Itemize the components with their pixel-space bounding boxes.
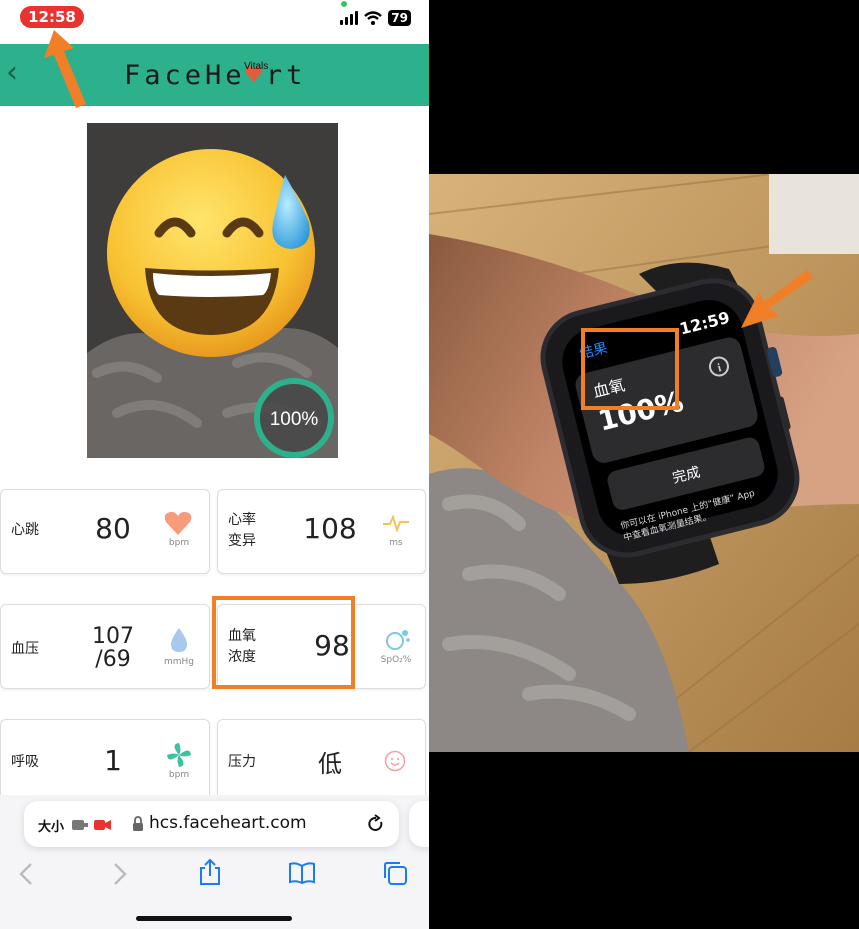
metric-value: 80 (95, 512, 131, 545)
droplet-icon (171, 628, 187, 652)
phone-screenshot: 12:58 79 ‹ FaceHe♥rt Vitals 100% 心跳 80 b… (0, 0, 429, 929)
home-indicator (136, 916, 292, 921)
metric-value: 低 (318, 750, 342, 778)
watch-photo: i 结果 12:59 血氧 100% 完成 你可以在 iPhone 上的“健康”… (429, 174, 859, 752)
metric-card-hrv[interactable]: 心率变异 108 ms (217, 489, 426, 574)
metric-card-stress[interactable]: 压力 低 (217, 719, 426, 804)
pulse-icon (383, 514, 409, 532)
metric-label: 心跳 (11, 522, 39, 538)
heart-icon (164, 511, 192, 535)
logo-text-end: rt (265, 60, 307, 91)
fan-icon (167, 743, 191, 767)
metric-unit: bpm (168, 538, 190, 548)
logo-text-start: FaceHe (124, 60, 246, 91)
address-bar[interactable]: 大小 hcs.faceheart.com (24, 801, 399, 847)
scan-progress-label: 100% (270, 409, 319, 430)
reload-icon[interactable] (367, 814, 385, 834)
extensions-icon[interactable] (72, 818, 112, 832)
metric-label: 心率 变异 (228, 510, 256, 552)
metric-label: 血压 (11, 641, 39, 657)
app-logo: FaceHe♥rt (124, 60, 306, 96)
metric-label-line1: 心率 (228, 512, 256, 528)
annotation-arrow-icon (44, 30, 86, 108)
metric-card-heart-rate[interactable]: 心跳 80 bpm (0, 489, 210, 574)
metric-label: 压力 (228, 754, 256, 770)
mic-indicator-dot (341, 1, 347, 7)
metric-unit: ms (389, 538, 403, 548)
bubbles-icon (386, 630, 410, 650)
browser-forward-icon[interactable] (112, 862, 128, 886)
wifi-icon (364, 11, 383, 25)
bookmarks-icon[interactable] (288, 862, 316, 884)
systolic-value: 107 (92, 624, 134, 649)
metric-value: 107/69 (83, 625, 143, 671)
lock-icon (133, 816, 143, 831)
logo-subtitle: Vitals (244, 61, 269, 72)
next-tab-pill[interactable] (409, 801, 429, 847)
signal-icon (340, 11, 359, 25)
metric-label: 呼吸 (11, 754, 39, 770)
browser-back-icon[interactable] (18, 862, 34, 886)
status-icons: 79 (340, 8, 411, 28)
text-size-button[interactable]: 大小 (38, 816, 64, 835)
metric-label-line2: 变异 (228, 533, 256, 549)
smiley-icon (384, 750, 406, 772)
metric-unit: SpO₂% (380, 655, 412, 665)
status-time: 12:58 (20, 6, 84, 28)
share-icon[interactable] (199, 858, 221, 886)
wrist-with-watch: i 结果 12:59 血氧 100% 完成 你可以在 iPhone 上的“健康”… (429, 174, 859, 752)
url-text[interactable]: hcs.faceheart.com (149, 813, 307, 833)
metric-unit: mmHg (163, 657, 194, 667)
diastolic-value: /69 (95, 647, 131, 672)
metric-unit: bpm (168, 770, 190, 780)
tabs-icon[interactable] (382, 860, 408, 886)
highlight-box-blood-oxygen (212, 596, 355, 689)
metric-value: 1 (104, 744, 122, 777)
metric-card-blood-pressure[interactable]: 血压 107/69 mmHg (0, 604, 210, 689)
scan-progress-ring: 100% (254, 378, 334, 458)
metric-card-respiration[interactable]: 呼吸 1 bpm (0, 719, 210, 804)
metric-value: 108 (303, 512, 357, 545)
back-chevron-icon[interactable]: ‹ (6, 58, 24, 88)
battery-indicator: 79 (388, 10, 411, 26)
